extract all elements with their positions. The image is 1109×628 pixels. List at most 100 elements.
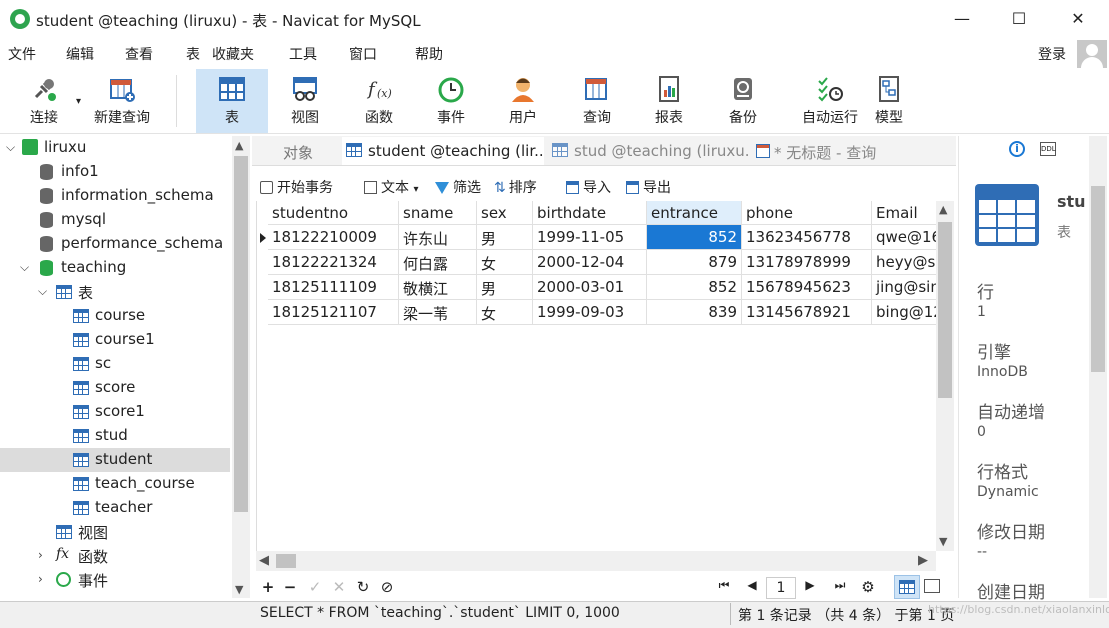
toolbar-query-button[interactable]: 查询	[568, 69, 626, 133]
tree-db-mysql[interactable]: mysql	[0, 208, 230, 232]
tree-group-events[interactable]: › 事件	[0, 568, 230, 592]
toolbar-new-query-button[interactable]: 新建查询	[88, 69, 156, 133]
toolbar-event-button[interactable]: 事件	[422, 69, 480, 133]
begin-transaction-button[interactable]: 开始事务	[260, 177, 333, 197]
filter-button[interactable]: 筛选	[435, 177, 481, 197]
table-cell[interactable]: 1999-11-05	[533, 225, 647, 250]
table-cell[interactable]: 何白露	[399, 250, 477, 275]
add-record-button[interactable]: +	[258, 578, 278, 596]
toolbar-report-button[interactable]: 报表	[640, 69, 698, 133]
menu-view[interactable]: 查看	[125, 44, 153, 64]
toolbar-user-button[interactable]: 用户	[494, 69, 552, 133]
toolbar-view-button[interactable]: 视图	[276, 69, 334, 133]
page-number-input[interactable]: 1	[766, 577, 796, 599]
stop-button[interactable]: ⊘	[377, 578, 397, 596]
toolbar-model-button[interactable]: 模型	[862, 69, 916, 133]
tree-group-tables[interactable]: ⌵ 表	[0, 280, 230, 304]
tree-table-student[interactable]: student	[0, 448, 230, 472]
tree-table-course[interactable]: course	[0, 304, 230, 328]
column-header-email[interactable]: Email	[872, 201, 937, 225]
sort-button[interactable]: ⇅ 排序	[494, 177, 537, 197]
table-cell[interactable]: 18125111109	[268, 275, 399, 300]
tree-table-score1[interactable]: score1	[0, 400, 230, 424]
chevron-right-icon[interactable]: ›	[38, 548, 43, 562]
last-page-button[interactable]: ⏭	[830, 578, 850, 593]
menu-edit[interactable]: 编辑	[66, 44, 94, 64]
tree-table-sc[interactable]: sc	[0, 352, 230, 376]
table-cell[interactable]: 839	[647, 300, 742, 325]
chevron-down-icon[interactable]: ⌵	[6, 140, 15, 155]
chevron-down-icon[interactable]: ▾	[76, 96, 81, 107]
export-button[interactable]: 导出	[626, 177, 671, 197]
tree-table-teacher[interactable]: teacher	[0, 496, 230, 520]
login-link[interactable]: 登录	[1038, 44, 1066, 64]
table-cell[interactable]: 13145678921	[742, 300, 872, 325]
menu-tools[interactable]: 工具	[289, 44, 317, 64]
grid-horizontal-scrollbar[interactable]	[256, 551, 936, 571]
table-cell[interactable]: 18122221324	[268, 250, 399, 275]
table-cell[interactable]: 敬横江	[399, 275, 477, 300]
previous-page-button[interactable]: ◀	[742, 578, 762, 592]
info-icon[interactable]: i	[1009, 141, 1025, 157]
tree-db-info1[interactable]: info1	[0, 160, 230, 184]
column-header-entrance[interactable]: entrance	[647, 201, 742, 225]
tree-group-views[interactable]: 视图	[0, 520, 230, 544]
text-view-button[interactable]: 文本 ▾	[364, 177, 418, 197]
menu-table[interactable]: 表	[186, 44, 200, 64]
toolbar-backup-button[interactable]: 备份	[714, 69, 772, 133]
table-cell[interactable]: 梁一苇	[399, 300, 477, 325]
tree-db-performance-schema[interactable]: performance_schema	[0, 232, 230, 256]
avatar[interactable]	[1077, 40, 1107, 70]
sidebar-scroll-thumb[interactable]	[234, 156, 248, 512]
tree-table-score[interactable]: score	[0, 376, 230, 400]
table-cell[interactable]: jing@sin	[872, 275, 937, 300]
chevron-down-icon[interactable]: ⌵	[38, 284, 47, 299]
table-cell[interactable]: 15678945623	[742, 275, 872, 300]
table-cell[interactable]: 18125121107	[268, 300, 399, 325]
tree-table-stud[interactable]: stud	[0, 424, 230, 448]
scroll-down-icon[interactable]: ▼	[235, 583, 243, 596]
scroll-right-icon[interactable]: ▶	[918, 553, 928, 568]
column-header-birthdate[interactable]: birthdate	[533, 201, 647, 225]
tree-db-teaching[interactable]: ⌵ teaching	[0, 256, 230, 280]
import-button[interactable]: 导入	[566, 177, 611, 197]
tab-student[interactable]: student @teaching (lir...	[342, 137, 544, 165]
tree-table-course1[interactable]: course1	[0, 328, 230, 352]
form-view-icon[interactable]	[924, 579, 940, 593]
first-page-button[interactable]: ⏮	[714, 578, 734, 593]
table-cell[interactable]: 1999-09-03	[533, 300, 647, 325]
close-button[interactable]: ✕	[1064, 8, 1092, 30]
toolbar-connection-button[interactable]: 连接	[16, 69, 72, 133]
discard-changes-button[interactable]: ✕	[329, 578, 349, 596]
minimize-button[interactable]: —	[948, 8, 976, 30]
column-header-phone[interactable]: phone	[742, 201, 872, 225]
table-cell[interactable]: 男	[477, 275, 533, 300]
menu-window[interactable]: 窗口	[349, 44, 377, 64]
grid-horizontal-scroll-thumb[interactable]	[276, 554, 296, 568]
table-cell[interactable]: qwe@16	[872, 225, 937, 250]
grid-view-button[interactable]	[894, 575, 920, 599]
menu-help[interactable]: 帮助	[415, 44, 443, 64]
table-cell[interactable]: 男	[477, 225, 533, 250]
tab-objects[interactable]: 对象	[256, 137, 340, 165]
tree-db-information-schema[interactable]: information_schema	[0, 184, 230, 208]
scroll-up-icon[interactable]: ▲	[939, 203, 947, 216]
grid-vertical-scroll-thumb[interactable]	[938, 222, 952, 398]
table-cell[interactable]: 女	[477, 300, 533, 325]
column-header-sex[interactable]: sex	[477, 201, 533, 225]
ddl-icon[interactable]: DDL	[1040, 142, 1056, 156]
toolbar-table-button[interactable]: 表	[196, 69, 268, 133]
scroll-down-icon[interactable]: ▼	[939, 535, 947, 548]
settings-gear-icon[interactable]: ⚙	[858, 578, 878, 596]
table-cell[interactable]: 13623456778	[742, 225, 872, 250]
tab-stud[interactable]: stud @teaching (liruxu...	[548, 137, 748, 165]
tree-group-functions[interactable]: › fx 函数	[0, 544, 230, 568]
tab-untitled-query[interactable]: * 无标题 - 查询	[752, 137, 912, 165]
table-cell[interactable]: 女	[477, 250, 533, 275]
menu-favorites[interactable]: 收藏夹	[212, 44, 254, 64]
scroll-up-icon[interactable]: ▲	[235, 139, 243, 152]
menu-file[interactable]: 文件	[8, 44, 36, 64]
table-cell[interactable]: 852	[647, 275, 742, 300]
next-page-button[interactable]: ▶	[800, 578, 820, 592]
table-cell[interactable]: heyy@si	[872, 250, 937, 275]
